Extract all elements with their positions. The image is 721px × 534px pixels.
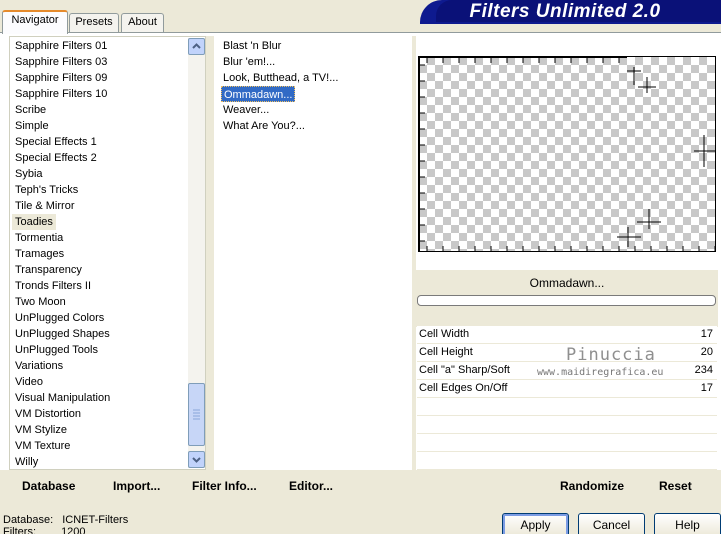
filter-item[interactable]: Blast 'n Blur	[223, 38, 281, 54]
tab-navigator[interactable]: Navigator	[2, 10, 68, 34]
param-label: Cell Width	[419, 328, 470, 340]
category-item[interactable]: Variations	[15, 358, 63, 374]
category-item[interactable]: Two Moon	[15, 294, 66, 310]
filter-item[interactable]: Weaver...	[223, 102, 269, 118]
category-item[interactable]: Visual Manipulation	[15, 390, 110, 406]
category-item[interactable]: Tormentia	[15, 230, 63, 246]
filter-item[interactable]: What Are You?...	[223, 118, 305, 134]
category-item[interactable]: UnPlugged Colors	[15, 310, 104, 326]
param-label: Cell Edges On/Off	[419, 382, 508, 394]
chevron-down-icon	[192, 457, 201, 463]
editor-button[interactable]: Editor...	[289, 478, 333, 494]
category-item[interactable]: Sybia	[15, 166, 43, 182]
grip-icon	[193, 409, 200, 420]
preview-image	[418, 56, 716, 252]
randomize-button[interactable]: Randomize	[560, 478, 624, 494]
watermark-url: www.maidiregrafica.eu	[537, 367, 664, 378]
category-item[interactable]: Sapphire Filters 09	[15, 70, 107, 86]
database-value: ICNET-Filters	[62, 514, 129, 526]
category-item[interactable]: Tronds Filters II	[15, 278, 91, 294]
divider-right	[412, 36, 416, 470]
apply-button[interactable]: Apply	[502, 513, 569, 534]
help-button[interactable]: Help	[654, 513, 721, 534]
import-button[interactable]: Import...	[113, 478, 160, 494]
category-item[interactable]: Scribe	[15, 102, 46, 118]
param-value[interactable]: 234	[695, 362, 713, 379]
category-item[interactable]: Special Effects 2	[15, 150, 97, 166]
category-item[interactable]: Sapphire Filters 10	[15, 86, 107, 102]
param-row-empty	[417, 416, 717, 434]
scroll-thumb[interactable]	[188, 383, 205, 446]
watermark-name: Pinuccia	[566, 345, 656, 365]
category-item[interactable]: Toadies	[12, 214, 56, 230]
scroll-down-button[interactable]	[188, 451, 205, 468]
param-label: Cell Height	[419, 346, 473, 358]
category-item[interactable]: Simple	[15, 118, 49, 134]
database-button[interactable]: Database	[22, 478, 75, 494]
divider	[206, 36, 214, 470]
category-item[interactable]: VM Texture	[15, 438, 70, 454]
filter-item[interactable]: Blur 'em!...	[223, 54, 275, 70]
category-item[interactable]: Willy	[15, 454, 38, 470]
category-item[interactable]: UnPlugged Shapes	[15, 326, 110, 342]
category-item[interactable]: Teph's Tricks	[15, 182, 78, 198]
category-item[interactable]: VM Distortion	[15, 406, 81, 422]
filter-item[interactable]: Ommadawn...	[221, 86, 296, 102]
reset-button[interactable]: Reset	[659, 478, 692, 494]
database-label: Database:	[3, 514, 54, 526]
param-row-empty	[417, 452, 717, 470]
cancel-button[interactable]: Cancel	[578, 513, 645, 534]
category-item[interactable]: Tramages	[15, 246, 64, 262]
progress-bar	[417, 295, 716, 306]
tab-presets[interactable]: Presets	[69, 13, 119, 32]
scroll-up-button[interactable]	[188, 38, 205, 55]
category-item[interactable]: Sapphire Filters 01	[15, 38, 107, 54]
category-item[interactable]: UnPlugged Tools	[15, 342, 98, 358]
param-label: Cell "a" Sharp/Soft	[419, 364, 510, 376]
filter-item[interactable]: Look, Butthead, a TV!...	[223, 70, 338, 86]
category-item[interactable]: Tile & Mirror	[15, 198, 74, 214]
param-row-empty	[417, 434, 717, 452]
category-item[interactable]: Video	[15, 374, 43, 390]
param-row[interactable]: Cell Edges On/Off 17	[417, 380, 717, 398]
banner-title: Filters Unlimited 2.0	[469, 1, 661, 22]
category-item[interactable]: VM Stylize	[15, 422, 67, 438]
filters-label: Filters:	[3, 526, 36, 534]
category-item[interactable]: Special Effects 1	[15, 134, 97, 150]
tab-about[interactable]: About	[121, 13, 164, 32]
param-value[interactable]: 17	[701, 380, 713, 397]
filter-info-button[interactable]: Filter Info...	[192, 478, 257, 494]
param-value[interactable]: 20	[701, 344, 713, 361]
filter-name-label: Ommadawn...	[529, 276, 605, 290]
param-value[interactable]: 17	[701, 326, 713, 343]
category-item[interactable]: Sapphire Filters 03	[15, 54, 107, 70]
chevron-up-icon	[192, 43, 201, 49]
param-row[interactable]: Cell Width 17	[417, 326, 717, 344]
filters-value: 1200	[61, 526, 86, 534]
param-row-empty	[417, 398, 717, 416]
category-item[interactable]: Transparency	[15, 262, 82, 278]
filters-info: Filters: 1200	[3, 526, 86, 534]
